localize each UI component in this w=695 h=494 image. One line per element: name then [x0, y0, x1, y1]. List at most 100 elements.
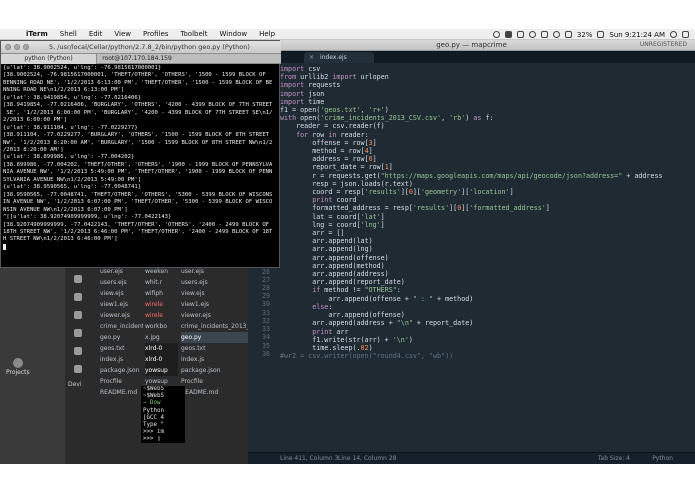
- apps-icon[interactable]: [74, 311, 82, 319]
- code-line: arr.append(lat): [280, 237, 373, 246]
- list-item-selected[interactable]: geo.py: [181, 332, 248, 343]
- terminal-title: 5. /usr/local/Cellar/python/2.7.8_2/bin/…: [49, 43, 250, 51]
- code-line: arr.append(report_date): [280, 278, 405, 287]
- code-line: import requests: [280, 81, 341, 90]
- list-item[interactable]: view1.ejs: [100, 299, 143, 310]
- list-item[interactable]: README.md: [181, 387, 248, 398]
- tab-ssh[interactable]: root@107.170.184.159 (ssh): [97, 54, 177, 72]
- terminal-line: ~$WebS: [143, 393, 164, 400]
- terminal-titlebar[interactable]: 5. /usr/local/Cellar/python/2.7.8_2/bin/…: [1, 41, 281, 54]
- notification-center-icon[interactable]: [682, 31, 689, 38]
- list-item[interactable]: geo.py: [100, 332, 143, 343]
- list-item[interactable]: yowsup: [145, 365, 178, 376]
- menu-edit[interactable]: Edit: [83, 30, 109, 38]
- list-item[interactable]: view1.ejs: [181, 299, 248, 310]
- menu-toolbelt[interactable]: Toolbelt: [174, 30, 213, 38]
- downloads-icon[interactable]: [74, 365, 82, 373]
- line-number: 34: [261, 333, 270, 341]
- list-item[interactable]: Procfile: [181, 376, 248, 387]
- list-item[interactable]: crime_incidents_2013_CSV.c: [181, 321, 248, 332]
- terminal-line: H STREET NW\n1/2/2013 6:46:00 PM']: [3, 236, 118, 243]
- tray-notify-icon[interactable]: [540, 31, 548, 38]
- zoom-window-icon[interactable]: [23, 44, 29, 50]
- mini-terminal[interactable]: ~$WebS ~$WebS → Dow Python [GCC 4 Type "…: [141, 386, 185, 443]
- code-area[interactable]: import csv from urllib2 import urlopen imp…: [280, 65, 692, 455]
- minimize-window-icon[interactable]: [14, 44, 20, 50]
- terminal-prompt[interactable]: [3, 243, 279, 253]
- list-item[interactable]: whit.r: [145, 277, 178, 288]
- list-item[interactable]: wirele: [145, 310, 178, 321]
- list-item[interactable]: wirele: [145, 299, 178, 310]
- terminal-line: 18TH STREET NW', '1/2/2013 6:46:00 PM', …: [3, 228, 273, 235]
- list-item[interactable]: Procfile: [100, 376, 143, 387]
- list-item[interactable]: view.ejs: [181, 288, 248, 299]
- menu-window[interactable]: Window: [213, 30, 253, 38]
- line-number: 33: [261, 325, 270, 333]
- close-tab-icon[interactable]: ×: [309, 52, 314, 63]
- terminal-output[interactable]: {u'lat': 38.9002524, u'lng': -76.9815617…: [3, 65, 279, 267]
- terminal-line: [38.9002524, -76.9815617000001, 'THEFT/O…: [3, 72, 266, 79]
- list-item[interactable]: view.ejs: [100, 288, 143, 299]
- terminal-line: >>> im: [143, 429, 164, 436]
- menu-view[interactable]: View: [108, 30, 137, 38]
- editor-titlebar[interactable]: geo.py — mapcrime UNREGISTERED: [248, 40, 695, 51]
- list-item[interactable]: package.json: [181, 365, 248, 376]
- tab-index-ejs[interactable]: × index.ejs: [304, 52, 374, 63]
- close-window-icon[interactable]: [5, 44, 11, 50]
- code-line: f1.write(str(arr) + '\n'): [280, 335, 413, 344]
- list-item[interactable]: geos.txt: [100, 343, 143, 354]
- clock[interactable]: Sun 9:21:24 AM: [609, 31, 665, 39]
- tray-sync-icon[interactable]: [528, 31, 536, 38]
- line-number: 35: [261, 342, 270, 350]
- list-item[interactable]: x.jpg: [145, 332, 178, 343]
- projects-label[interactable]: Projects: [6, 369, 30, 376]
- cursor: [3, 243, 6, 250]
- desktop-icon[interactable]: [74, 329, 82, 337]
- code-line: lng = coord['lng']: [280, 220, 385, 229]
- list-item[interactable]: xlrd-0: [145, 354, 178, 365]
- terminal-line: Python: [143, 407, 164, 414]
- code-line: resp = json.loads(r.text): [280, 179, 413, 188]
- battery-icon[interactable]: [597, 31, 605, 38]
- terminal-line: ~$WebS: [143, 386, 164, 392]
- battery-percent[interactable]: 32%: [577, 31, 593, 39]
- terminal-line: [38.9419854, -77.0216406, 'BURGLARY', 'O…: [3, 102, 273, 109]
- code-line: arr.append(offense): [280, 311, 405, 320]
- code-line: else:: [312, 302, 333, 311]
- menu-profiles[interactable]: Profiles: [137, 30, 174, 38]
- line-number: 28: [261, 284, 270, 292]
- tray-volume-icon[interactable]: [564, 31, 572, 38]
- list-item[interactable]: package.json: [100, 365, 143, 376]
- tab-python[interactable]: python (Python): [1, 54, 97, 64]
- cloud-icon[interactable]: [74, 293, 82, 301]
- projects-icon[interactable]: [13, 358, 23, 368]
- documents-icon[interactable]: [74, 347, 82, 355]
- list-item[interactable]: users.ejs: [100, 277, 143, 288]
- list-item[interactable]: users.ejs: [181, 277, 248, 288]
- list-item[interactable]: geos.txt: [181, 343, 248, 354]
- tray-dropbox-icon[interactable]: [516, 31, 524, 38]
- tray-timemachine-icon[interactable]: [552, 31, 560, 38]
- list-item[interactable]: README.md: [100, 387, 143, 398]
- menu-shell[interactable]: Shell: [54, 30, 83, 38]
- list-item[interactable]: index.js: [100, 354, 143, 365]
- folder-icon[interactable]: [74, 275, 82, 283]
- terminal-line: NIA AVENUE NW', '1/2/2013 5:49:00 PM', '…: [3, 169, 273, 176]
- terminal-line: {u'lat': 38.9590565, u'lng': -77.0048741…: [3, 184, 142, 191]
- list-item[interactable]: crime_incidents: [100, 321, 143, 332]
- menu-help[interactable]: Help: [253, 30, 281, 38]
- code-line: f1 = open('geos.txt', 'r+'): [280, 106, 389, 115]
- menu-iterm[interactable]: iTerm: [20, 30, 54, 38]
- list-item[interactable]: wifiph: [145, 288, 178, 299]
- terminal-line: → Dow: [143, 400, 161, 407]
- tray-app-icon[interactable]: [504, 31, 512, 38]
- spotlight-icon[interactable]: [670, 31, 677, 38]
- list-item[interactable]: workbo: [145, 321, 178, 332]
- list-item[interactable]: xlrd-0: [145, 343, 178, 354]
- terminal-window: 5. /usr/local/Cellar/python/2.7.8_2/bin/…: [0, 40, 281, 268]
- sidebar-icon-column: [74, 275, 84, 383]
- tray-status-icon[interactable]: [492, 31, 500, 38]
- list-item[interactable]: viewer.ejs: [100, 310, 143, 321]
- list-item[interactable]: viewer.ejs: [181, 310, 248, 321]
- list-item[interactable]: index.js: [181, 354, 248, 365]
